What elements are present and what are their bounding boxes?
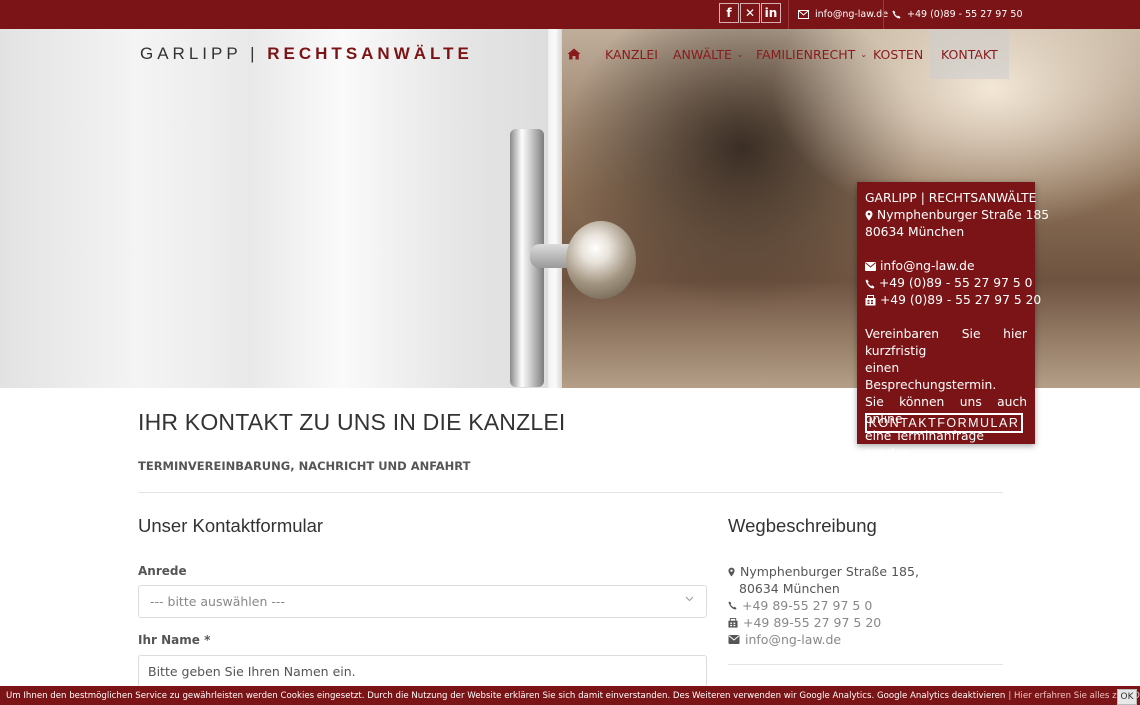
fax-icon (865, 295, 876, 306)
linkedin-icon[interactable]: in (761, 3, 781, 23)
facebook-icon[interactable]: f (719, 3, 739, 23)
site-logo[interactable]: GARLIPP | RECHTSANWÄLTE (140, 44, 473, 64)
salutation-label: Anrede (138, 564, 187, 578)
door-knob (566, 221, 636, 299)
divider (883, 0, 884, 29)
topbar-phone-link[interactable]: +49 (0)89 - 55 27 97 50 (892, 0, 1023, 29)
page-title: IHR KONTAKT ZU UNS IN DIE KANZLEI (138, 409, 566, 435)
nav-home-link[interactable] (556, 29, 592, 79)
contact-box-text-line: einen Besprechungstermin. (865, 361, 997, 392)
directions-phone[interactable]: +49 89-55 27 97 5 0 (728, 597, 919, 614)
salutation-select-value: --- bitte auswählen --- (150, 594, 285, 609)
kontaktformular-button[interactable]: KONTAKTFORMULAR (865, 413, 1023, 433)
divider (788, 0, 789, 29)
contact-info-box: GARLIPP | RECHTSANWÄLTE Nymphenburger St… (857, 182, 1049, 460)
nav-item-label: KANZLEI (605, 46, 658, 62)
directions-address-block: Nymphenburger Straße 185, 80634 München … (728, 563, 919, 648)
home-icon (567, 48, 581, 60)
name-label: Ihr Name * (138, 633, 211, 647)
contact-box-street: Nymphenburger Straße 185 (865, 207, 1049, 224)
phone-icon (892, 10, 901, 19)
directions-heading: Wegbeschreibung (728, 515, 877, 536)
envelope-icon (798, 10, 809, 19)
nav-item-label: ANWÄLTE (673, 46, 732, 62)
directions-fax: +49 89-55 27 97 5 20 (728, 614, 919, 631)
nav-item-kosten[interactable]: KOSTEN (873, 29, 923, 79)
nav-item-label: FAMILIENRECHT (756, 46, 856, 62)
cookie-ok-button[interactable]: OK (1117, 689, 1137, 705)
hero-door-edge (548, 29, 562, 388)
cookie-banner: Um Ihnen den bestmöglichen Service zu ge… (0, 686, 1140, 705)
topbar-phone-text[interactable]: +49 (0)89 - 55 27 97 50 (907, 9, 1023, 20)
name-input[interactable]: Bitte geben Sie Ihren Namen ein. (138, 655, 707, 688)
directions-street: Nymphenburger Straße 185, (728, 563, 919, 580)
divider (138, 492, 1003, 493)
logo-name: GARLIPP | (140, 44, 259, 63)
nav-item-familienrecht[interactable]: FAMILIENRECHT ⌄ (756, 29, 867, 79)
phone-icon (728, 601, 737, 610)
nav-item-kontakt[interactable]: KONTAKT (930, 29, 1009, 79)
topbar-email-link[interactable]: info@ng-law.de (798, 0, 888, 29)
cookie-text: Um Ihnen den bestmöglichen Service zu ge… (6, 690, 1006, 701)
nav-item-label: KOSTEN (873, 46, 924, 62)
nav-item-label: KONTAKT (941, 46, 998, 62)
envelope-icon (865, 262, 876, 271)
chevron-down-icon (685, 596, 694, 602)
chevron-down-icon: ⌄ (736, 49, 744, 59)
nav-item-kanzlei[interactable]: KANZLEI (605, 29, 658, 79)
chevron-down-icon: ⌄ (860, 49, 868, 59)
top-utility-bar: f ✕ in info@ng-law.de +49 (0)89 - 55 27 … (0, 0, 1140, 29)
envelope-icon (728, 635, 740, 644)
map-marker-icon (728, 567, 735, 576)
contact-box-text-line: eine Terminanfrage senden. (865, 429, 984, 460)
phone-icon (865, 279, 875, 288)
contact-box-city: 80634 München (865, 225, 965, 239)
form-heading: Unser Kontaktformular (138, 515, 324, 536)
xing-icon[interactable]: ✕ (740, 3, 760, 23)
contact-box-title: GARLIPP | RECHTSANWÄLTE (865, 191, 1037, 205)
topbar-email-text[interactable]: info@ng-law.de (815, 9, 888, 20)
divider (728, 664, 1003, 665)
hero-room-background (562, 29, 1140, 388)
fax-icon (728, 617, 738, 628)
page-subtitle: TERMINVEREINBARUNG, NACHRICHT UND ANFAHR… (138, 459, 471, 473)
nav-item-anwaelte[interactable]: ANWÄLTE ⌄ (673, 29, 744, 79)
contact-box-phone[interactable]: +49 (0)89 - 55 27 97 5 0 (865, 275, 1032, 292)
directions-email[interactable]: info@ng-law.de (728, 631, 919, 648)
salutation-select[interactable]: --- bitte auswählen --- (138, 585, 707, 618)
directions-city: 80634 München (739, 581, 840, 596)
contact-box-email[interactable]: info@ng-law.de (865, 258, 1027, 275)
contact-box-fax: +49 (0)89 - 55 27 97 5 20 (865, 292, 1041, 309)
contact-box-text-line: Vereinbaren Sie hier kurzfristig (865, 327, 1027, 358)
map-marker-icon (865, 210, 873, 221)
logo-suffix: RECHTSANWÄLTE (267, 44, 473, 63)
